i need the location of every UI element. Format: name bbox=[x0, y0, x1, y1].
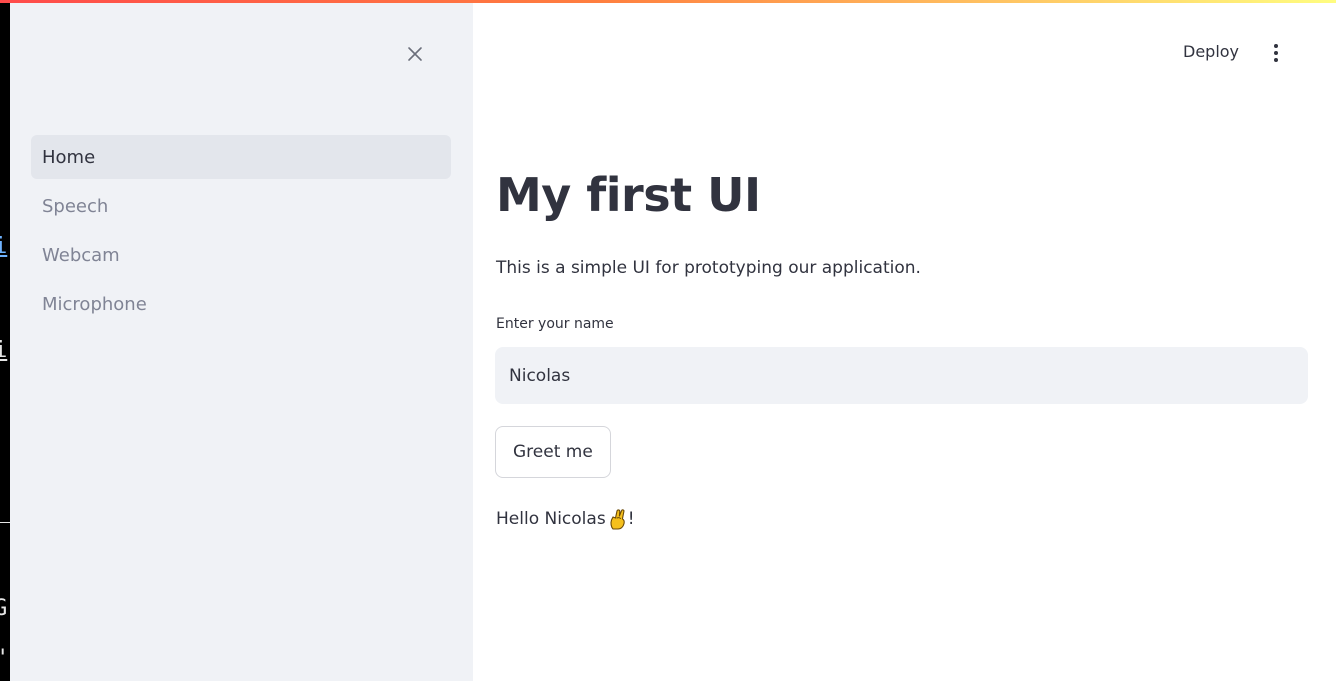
deploy-button[interactable]: Deploy bbox=[1183, 42, 1239, 61]
crossed-fingers-icon bbox=[610, 509, 625, 530]
sidebar-item-label: Microphone bbox=[42, 293, 147, 315]
greeting-punctuation: ! bbox=[627, 509, 635, 529]
name-input-label: Enter your name bbox=[496, 316, 614, 332]
greeting-text: Hello Nicolas bbox=[496, 509, 606, 529]
sidebar-item-label: Webcam bbox=[42, 244, 120, 266]
vertical-dots-icon bbox=[1274, 44, 1278, 62]
top-gradient-bar bbox=[0, 0, 1336, 3]
terminal-fragment: " bbox=[0, 648, 7, 670]
terminal-divider bbox=[0, 522, 10, 523]
sidebar-nav: Home Speech Webcam Microphone bbox=[31, 135, 451, 331]
sidebar: Home Speech Webcam Microphone bbox=[10, 0, 473, 681]
main-content: Deploy My first UI This is a simple UI f… bbox=[473, 0, 1336, 681]
sidebar-item-label: Home bbox=[42, 146, 96, 168]
terminal-fragment: i bbox=[0, 338, 8, 363]
name-input[interactable] bbox=[495, 347, 1308, 404]
greeting-message: Hello Nicolas ! bbox=[496, 508, 635, 530]
close-icon bbox=[408, 47, 422, 61]
main-menu-button[interactable] bbox=[1266, 40, 1286, 66]
greet-button[interactable]: Greet me bbox=[495, 426, 611, 478]
page-description: This is a simple UI for prototyping our … bbox=[496, 258, 921, 278]
terminal-fragment: G bbox=[0, 596, 8, 621]
close-sidebar-button[interactable] bbox=[403, 42, 427, 66]
background-terminal: i i G " bbox=[0, 0, 10, 681]
sidebar-item-home[interactable]: Home bbox=[31, 135, 451, 179]
terminal-fragment: i bbox=[0, 234, 8, 259]
sidebar-item-speech[interactable]: Speech bbox=[31, 184, 451, 228]
app-window: i i G " Home Speech Webcam Microphone bbox=[0, 0, 1336, 681]
sidebar-item-label: Speech bbox=[42, 195, 109, 217]
sidebar-item-microphone[interactable]: Microphone bbox=[31, 282, 451, 326]
page-title: My first UI bbox=[496, 168, 761, 222]
sidebar-item-webcam[interactable]: Webcam bbox=[31, 233, 451, 277]
